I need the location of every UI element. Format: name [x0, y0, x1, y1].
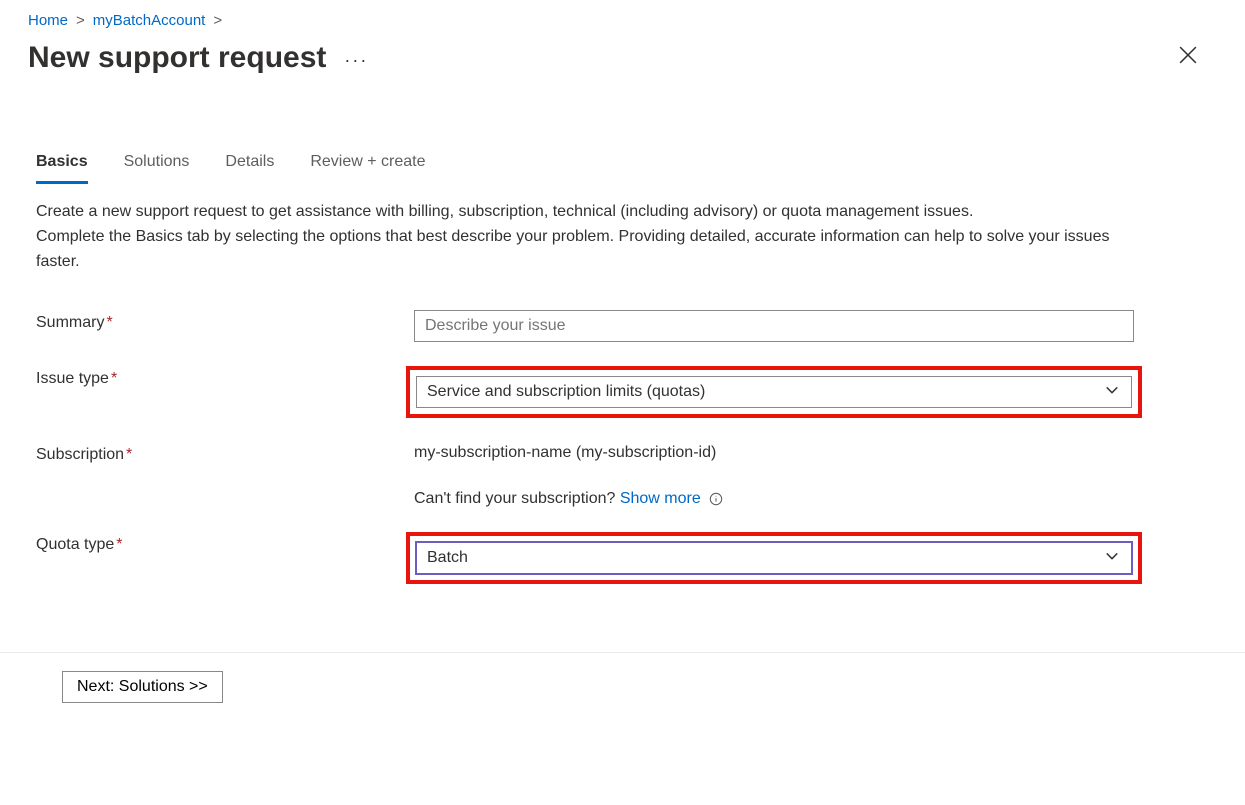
tab-basics[interactable]: Basics [36, 147, 88, 184]
subscription-hint: Can't find your subscription? Show more [414, 490, 1134, 508]
description-line-2: Complete the Basics tab by selecting the… [36, 225, 1124, 275]
chevron-right-icon: > [76, 12, 85, 29]
row-quota-type: Quota type* Batch [36, 532, 1209, 584]
required-star: * [116, 536, 122, 553]
show-more-link[interactable]: Show more [620, 490, 701, 507]
issue-type-select[interactable]: Service and subscription limits (quotas) [416, 376, 1132, 408]
chevron-down-icon [1105, 549, 1119, 568]
row-issue-type: Issue type* Service and subscription lim… [36, 366, 1209, 418]
issue-type-value: Service and subscription limits (quotas) [427, 383, 705, 401]
required-star: * [126, 446, 132, 463]
issue-type-label: Issue type* [36, 366, 414, 388]
tab-review-create[interactable]: Review + create [310, 147, 425, 184]
page-header: New support request ··· [0, 37, 1245, 75]
quota-type-label-text: Quota type [36, 536, 114, 553]
summary-label: Summary* [36, 310, 414, 332]
subscription-hint-text: Can't find your subscription? [414, 490, 620, 507]
required-star: * [106, 314, 112, 331]
footer: Next: Solutions >> [0, 653, 1245, 721]
subscription-label-text: Subscription [36, 446, 124, 463]
summary-label-text: Summary [36, 314, 104, 331]
chevron-down-icon [1105, 383, 1119, 402]
chevron-right-icon: > [213, 12, 222, 29]
breadcrumb-account[interactable]: myBatchAccount [93, 12, 206, 29]
summary-input[interactable]: Describe your issue [414, 310, 1134, 342]
page-title: New support request [28, 41, 326, 75]
tab-bar: Basics Solutions Details Review + create [0, 147, 1245, 184]
quota-type-label: Quota type* [36, 532, 414, 554]
description-text: Create a new support request to get assi… [0, 184, 1160, 274]
quota-type-value: Batch [427, 549, 468, 567]
required-star: * [111, 370, 117, 387]
breadcrumb: Home > myBatchAccount > [0, 0, 1245, 37]
close-button[interactable] [1171, 38, 1205, 75]
quota-type-select[interactable]: Batch [416, 542, 1132, 574]
tab-details[interactable]: Details [225, 147, 274, 184]
summary-placeholder: Describe your issue [425, 317, 566, 335]
description-line-1: Create a new support request to get assi… [36, 200, 1124, 225]
row-subscription: Subscription* my-subscription-name (my-s… [36, 442, 1209, 508]
tab-solutions[interactable]: Solutions [124, 147, 190, 184]
quota-type-highlight: Batch [406, 532, 1142, 584]
more-options-icon[interactable]: ··· [344, 50, 368, 71]
subscription-label: Subscription* [36, 442, 414, 464]
next-solutions-button[interactable]: Next: Solutions >> [62, 671, 223, 703]
row-summary: Summary* Describe your issue [36, 310, 1209, 342]
subscription-value: my-subscription-name (my-subscription-id… [414, 442, 1134, 462]
issue-type-label-text: Issue type [36, 370, 109, 387]
issue-type-highlight: Service and subscription limits (quotas) [406, 366, 1142, 418]
info-icon[interactable] [709, 492, 723, 506]
form: Summary* Describe your issue Issue type*… [0, 274, 1245, 584]
breadcrumb-home[interactable]: Home [28, 12, 68, 29]
